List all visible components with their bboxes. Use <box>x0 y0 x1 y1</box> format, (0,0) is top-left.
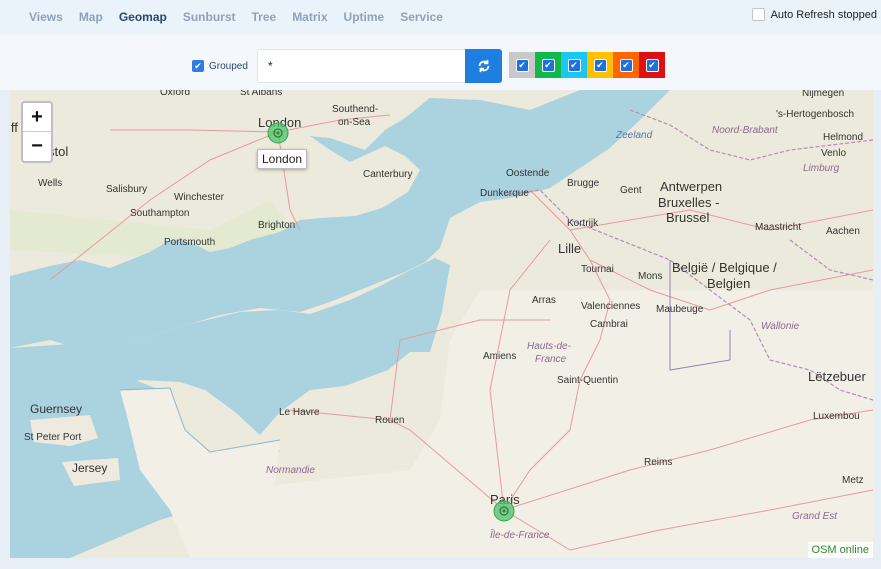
geomap[interactable]: Oxford St Albans London Southend- on-Sea… <box>10 90 873 558</box>
city-tournai: Tournai <box>581 264 614 275</box>
region-limburg: Limburg <box>803 163 840 174</box>
city-cambrai: Cambrai <box>590 319 628 330</box>
city-southampton: Southampton <box>130 208 190 219</box>
tab-map[interactable]: Map <box>79 10 103 24</box>
top-nav: Views Map Geomap Sunburst Tree Matrix Up… <box>0 0 881 34</box>
severity-filter-major[interactable]: ✔ <box>613 52 639 78</box>
city-southend: Southend- <box>332 104 379 115</box>
region-normandie: Normandie <box>266 465 315 476</box>
tab-matrix[interactable]: Matrix <box>292 10 327 24</box>
city-salisbury: Salisbury <box>106 184 148 195</box>
severity-filter-warning[interactable]: ✔ <box>587 52 613 78</box>
city-amiens: Amiens <box>483 351 517 362</box>
tab-views[interactable]: Views <box>29 10 63 24</box>
grouped-label: Grouped <box>209 60 248 72</box>
city-on-sea: on-Sea <box>338 117 371 128</box>
city-winchester: Winchester <box>174 192 225 203</box>
zoom-out-button[interactable]: − <box>23 132 51 161</box>
country-belgie-1: België / Belgique / <box>672 260 777 275</box>
city-rouen: Rouen <box>375 415 405 426</box>
filter-toolbar: ✔ Grouped ✔ ✔ ✔ ✔ ✔ ✔ <box>0 34 881 90</box>
city-st-peter-port: St Peter Port <box>24 432 82 443</box>
region-noord-brabant: Noord-Brabant <box>712 125 778 136</box>
grouped-checkbox[interactable]: ✔ <box>192 60 204 72</box>
city-cardiff: iff <box>10 120 18 135</box>
auto-refresh-label: Auto Refresh stopped <box>770 8 877 21</box>
city-metz: Metz <box>842 475 864 486</box>
city-bruxelles-1: Bruxelles - <box>658 195 720 210</box>
island-jersey: Jersey <box>72 461 108 475</box>
severity-filter-ok[interactable]: ✔ <box>535 52 561 78</box>
region-grand-est: Grand Est <box>792 511 838 522</box>
city-nijmegen: Nijmegen <box>802 90 845 99</box>
city-le-havre: Le Havre <box>279 407 320 418</box>
city-canterbury: Canterbury <box>363 169 413 180</box>
city-st-albans: St Albans <box>240 90 283 98</box>
refresh-button[interactable] <box>465 49 502 83</box>
city-lille: Lille <box>558 241 582 256</box>
city-valenciennes: Valenciennes <box>581 301 641 312</box>
city-mons: Mons <box>638 271 663 282</box>
severity-checkbox[interactable]: ✔ <box>593 58 607 72</box>
city-antwerpen: Antwerpen <box>660 179 723 194</box>
severity-checkbox[interactable]: ✔ <box>515 58 529 72</box>
city-kortrijk: Kortrijk <box>567 218 599 229</box>
severity-checkbox[interactable]: ✔ <box>619 58 633 72</box>
city-venlo: Venlo <box>821 148 847 159</box>
severity-filter-neutral[interactable]: ✔ <box>509 52 535 78</box>
tab-service[interactable]: Service <box>400 10 443 24</box>
region-hauts-de-france-2: France <box>535 354 567 365</box>
city-gent: Gent <box>620 185 642 196</box>
city-aachen: Aachen <box>826 226 860 237</box>
city-portsmouth: Portsmouth <box>164 237 216 248</box>
filter-input[interactable] <box>257 49 465 83</box>
country-belgie-2: Belgien <box>707 276 751 291</box>
island-guernsey: Guernsey <box>30 402 83 416</box>
city-saint-quentin: Saint-Quentin <box>557 375 619 386</box>
tab-tree[interactable]: Tree <box>252 10 277 24</box>
city-bruxelles-2: Brussel <box>666 210 710 225</box>
severity-filters: ✔ ✔ ✔ ✔ ✔ ✔ <box>509 52 665 78</box>
city-dunkerque: Dunkerque <box>480 188 529 199</box>
auto-refresh-checkbox[interactable] <box>751 8 765 21</box>
refresh-icon <box>478 59 489 73</box>
city-helmond: Helmond <box>823 132 864 143</box>
city-luxembourg: Luxembou <box>813 411 860 422</box>
city-maastricht: Maastricht <box>755 222 802 233</box>
city-brugge: Brugge <box>567 178 600 189</box>
city-oxford: Oxford <box>160 90 191 98</box>
city-reims: Reims <box>644 457 673 468</box>
city-oostende: Oostende <box>506 168 550 179</box>
city-hertogenbosch: 's-Hertogenbosch <box>776 109 855 120</box>
severity-checkbox[interactable]: ✔ <box>541 58 555 72</box>
nav-tabs: Views Map Geomap Sunburst Tree Matrix Up… <box>29 10 459 24</box>
map-marker-paris[interactable] <box>493 500 515 522</box>
map-marker-london[interactable] <box>267 122 289 144</box>
tab-sunburst[interactable]: Sunburst <box>183 10 236 24</box>
severity-checkbox[interactable]: ✔ <box>567 58 581 72</box>
region-wallonie: Wallonie <box>761 321 800 332</box>
severity-filter-info[interactable]: ✔ <box>561 52 587 78</box>
zoom-control: + − <box>21 101 53 163</box>
region-hauts-de-france-1: Hauts-de- <box>527 341 571 352</box>
city-brighton: Brighton <box>258 220 296 231</box>
tab-uptime[interactable]: Uptime <box>344 10 385 24</box>
region-ile-de-france: Île-de-France <box>490 530 550 541</box>
country-letzebuerg: Lëtzebuer <box>808 369 866 384</box>
region-zeeland: Zeeland <box>616 130 653 141</box>
marker-tooltip: London <box>257 149 308 169</box>
severity-filter-critical[interactable]: ✔ <box>639 52 665 78</box>
tab-geomap[interactable]: Geomap <box>119 10 167 24</box>
city-maubeuge: Maubeuge <box>656 304 704 315</box>
auto-refresh-toggle[interactable]: Auto Refresh stopped <box>751 8 877 21</box>
city-arras: Arras <box>532 295 556 306</box>
city-wells: Wells <box>38 178 63 189</box>
severity-checkbox[interactable]: ✔ <box>645 58 659 72</box>
zoom-in-button[interactable]: + <box>23 103 51 132</box>
map-tiles[interactable] <box>10 90 873 558</box>
grouped-toggle[interactable]: ✔ Grouped <box>192 60 248 72</box>
map-attribution: OSM online <box>807 542 873 558</box>
